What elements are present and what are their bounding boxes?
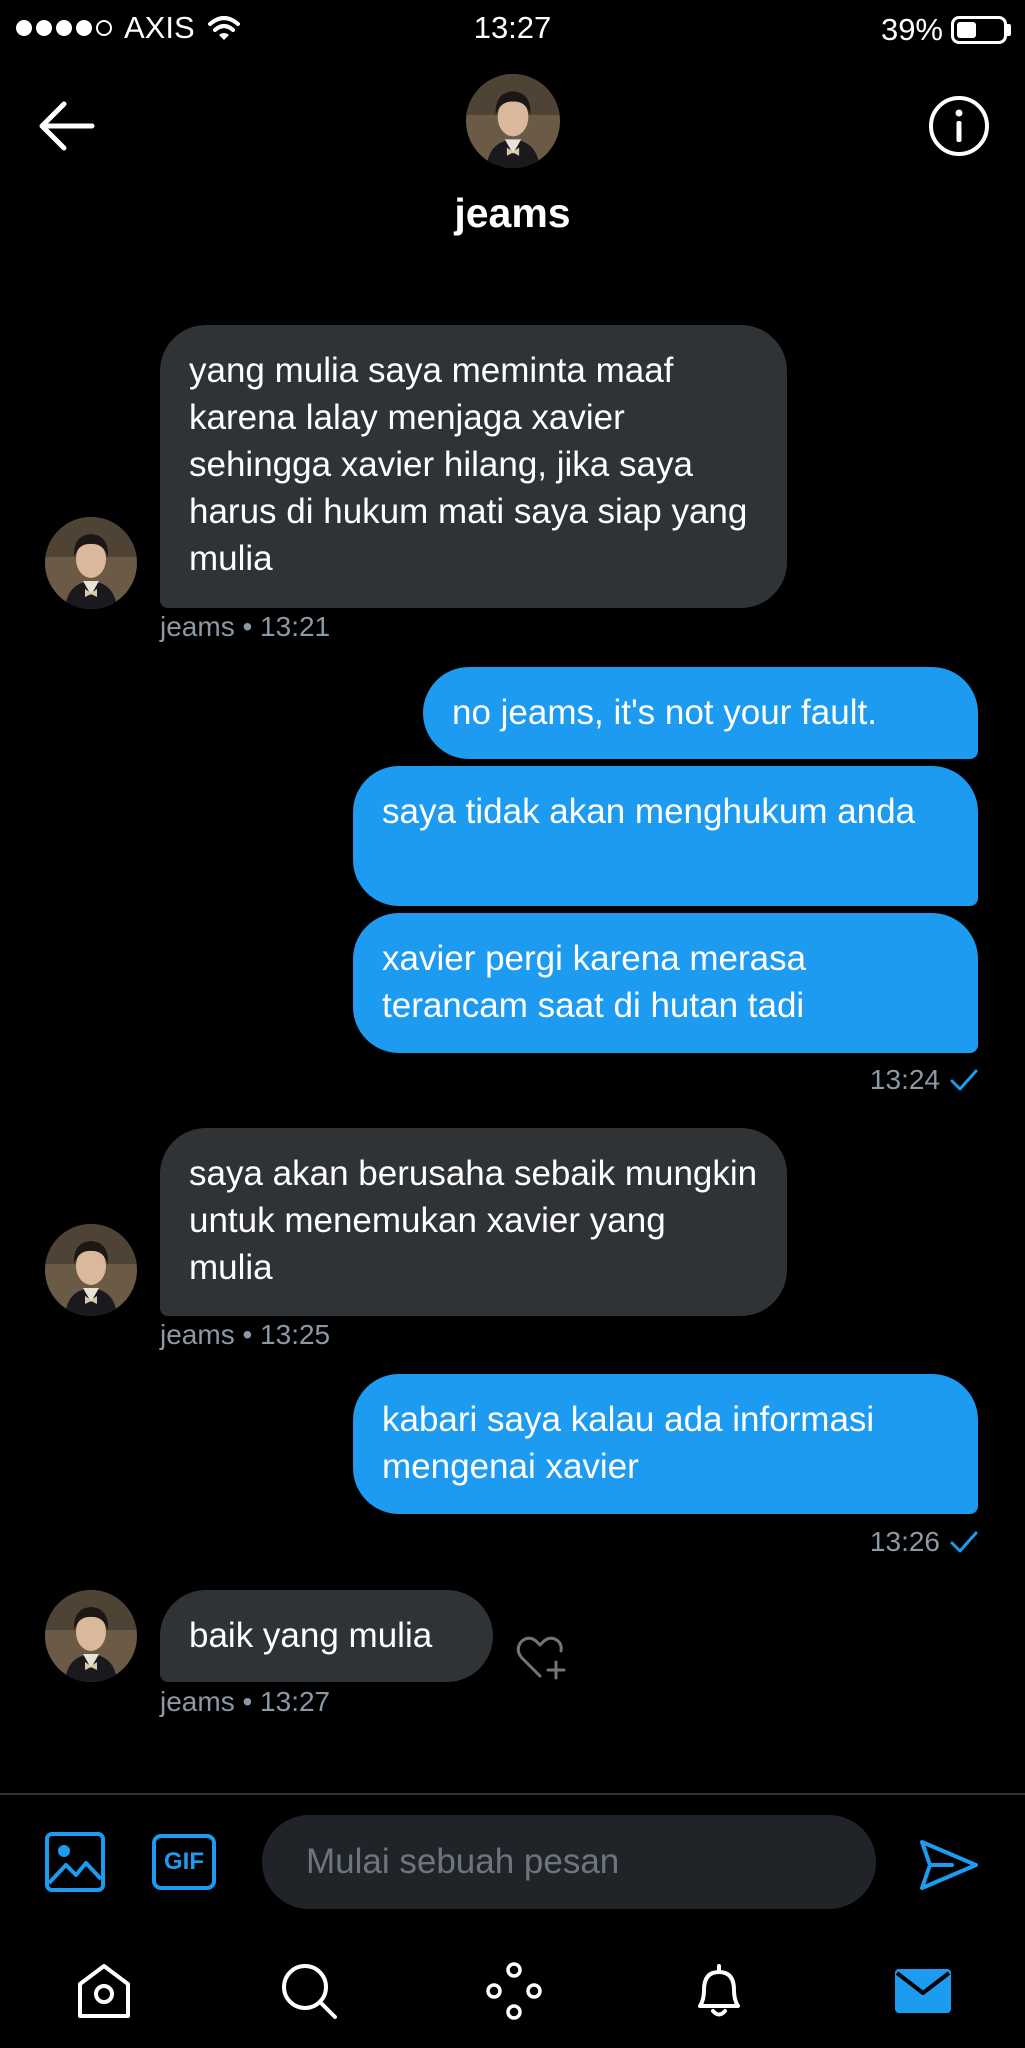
contact-avatar[interactable] (45, 1590, 137, 1682)
composer-divider (0, 1793, 1025, 1795)
battery-percent: 39% (880, 12, 943, 47)
contact-avatar[interactable] (45, 517, 137, 609)
conversation-title[interactable]: jeams (0, 190, 1025, 237)
message-bubble-received[interactable]: saya akan berusaha sebaik mungkin untuk … (160, 1128, 787, 1316)
search-icon[interactable] (278, 1960, 340, 2022)
image-icon[interactable] (44, 1831, 106, 1893)
message-bubble-sent[interactable]: xavier pergi karena merasa terancam saat… (353, 913, 978, 1053)
message-meta: 13:26 (870, 1526, 978, 1558)
header-avatar[interactable] (466, 74, 560, 168)
gif-icon[interactable]: GIF (152, 1834, 216, 1890)
message-meta: jeams • 13:27 (160, 1686, 331, 1717)
status-time: 13:27 (473, 10, 552, 45)
check-icon (950, 1069, 978, 1091)
contact-avatar[interactable] (45, 1224, 137, 1316)
back-arrow-icon[interactable] (36, 98, 96, 154)
home-icon[interactable] (73, 1960, 135, 2022)
send-icon[interactable] (918, 1834, 980, 1896)
battery-indicator: 39% (881, 12, 1011, 48)
message-meta: jeams • 13:25 (160, 1319, 331, 1350)
messages-icon[interactable] (892, 1960, 954, 2022)
status-bar: AXIS 13:27 39% (0, 0, 1025, 60)
message-time: 13:26 (869, 1526, 940, 1557)
battery-icon (951, 16, 1007, 44)
message-bubble-received[interactable]: yang mulia saya meminta maaf karena lala… (160, 325, 787, 608)
message-bubble-sent[interactable]: no jeams, it's not your fault. (423, 667, 978, 759)
message-bubble-sent[interactable]: kabari saya kalau ada informasi mengenai… (353, 1374, 978, 1514)
spaces-icon[interactable] (483, 1960, 545, 2022)
message-meta: jeams • 13:21 (160, 611, 331, 642)
message-input[interactable] (262, 1815, 876, 1909)
message-meta: 13:24 (870, 1064, 978, 1096)
check-icon (950, 1531, 978, 1553)
heart-add-icon[interactable] (514, 1632, 566, 1682)
notifications-icon[interactable] (688, 1960, 750, 2022)
message-time: 13:24 (869, 1064, 940, 1095)
info-icon[interactable] (928, 95, 990, 157)
message-bubble-received[interactable]: baik yang mulia (160, 1590, 493, 1682)
message-bubble-sent[interactable]: saya tidak akan menghukum anda (353, 766, 978, 906)
